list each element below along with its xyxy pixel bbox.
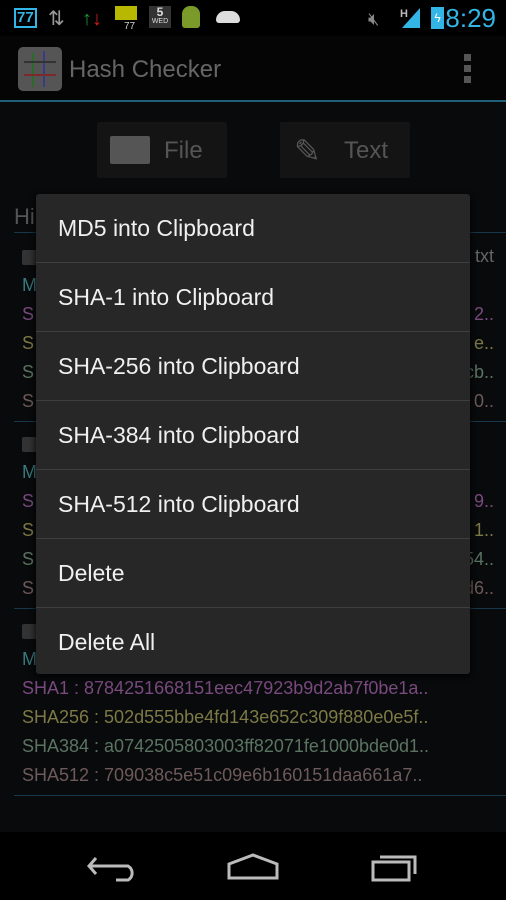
hash-text: S <box>22 304 35 324</box>
hash-text: S <box>22 391 35 411</box>
menu-item-sha-256-into-clipboard[interactable]: SHA-256 into Clipboard <box>36 332 470 401</box>
file-button-label: File <box>164 137 203 164</box>
context-menu: MD5 into Clipboard SHA-1 into Clipboard SH… <box>36 194 470 674</box>
app-title: Hash Checker <box>69 56 222 83</box>
battery-charging-icon: ϟ <box>431 7 444 29</box>
menu-item-sha-384-into-clipboard[interactable]: SHA-384 into Clipboard <box>36 401 470 470</box>
hash-text: S <box>22 520 35 540</box>
history-heading: Hi <box>14 204 35 229</box>
data-transfer-icon: ⇅ <box>48 8 65 30</box>
menu-item-delete[interactable]: Delete <box>36 539 470 608</box>
hash-suffix: 9.. <box>473 491 494 511</box>
calendar-icon: 5 WED <box>149 6 171 28</box>
text-button[interactable]: ✎ Text <box>280 122 410 178</box>
hash-text: SHA256 : 502d555bbe4fd143e652c309f880e0e… <box>22 707 429 727</box>
mute-icon: 🔇︎ <box>368 9 380 29</box>
hash-text: S <box>22 333 35 353</box>
android-head-icon <box>216 11 240 23</box>
hash-icon[interactable] <box>18 47 62 91</box>
action-bar: Hash Checker <box>0 36 506 102</box>
hash-text: SHA1 : 8784251668151eec47923b9d2ab7f0be1… <box>22 678 429 698</box>
hash-text: S <box>22 578 35 598</box>
hash-text: SHA512 : 709038c5e51c09e6b160151daa661a7… <box>22 765 423 785</box>
hash-text: M <box>22 275 37 295</box>
folder-icon <box>110 136 150 164</box>
file-button[interactable]: File <box>97 122 227 178</box>
calendar-weekday: WED <box>151 18 169 25</box>
hash-suffix: 2.. <box>473 304 494 324</box>
history-line-sha1[interactable]: SHA1 : 8784251668151eec47923b9d2ab7f0be1… <box>22 674 500 702</box>
hash-suffix: 1.. <box>473 520 494 540</box>
hash-text: SHA384 : a0742505803003ff82071fe1000bde0… <box>22 736 430 756</box>
menu-item-delete-all[interactable]: Delete All <box>36 608 470 677</box>
menu-item-md5-into-clipboard[interactable]: MD5 into Clipboard <box>36 194 470 263</box>
hash-text: S <box>22 549 35 569</box>
back-icon[interactable] <box>86 852 138 882</box>
hash-text: S <box>22 362 35 382</box>
status-bar: 77 ⇅ ↑↓ 77 5 WED 🔇︎ H ϟ 8:29 <box>0 0 506 36</box>
pencil-icon: ✎ <box>294 133 321 169</box>
hash-suffix: e.. <box>473 333 494 353</box>
navigation-bar <box>0 832 506 900</box>
android-icon <box>182 6 200 28</box>
home-icon[interactable] <box>226 852 280 882</box>
action-bar-divider <box>0 100 506 102</box>
battery-small-label: 77 <box>124 21 136 32</box>
menu-item-sha-512-into-clipboard[interactable]: SHA-512 into Clipboard <box>36 470 470 539</box>
clock: 8:29 <box>445 3 496 33</box>
hash-text: M <box>22 462 37 482</box>
hash-suffix: txt <box>474 246 494 266</box>
history-line-sha384[interactable]: SHA384 : a0742505803003ff82071fe1000bde0… <box>22 732 500 760</box>
menu-item-sha-1-into-clipboard[interactable]: SHA-1 into Clipboard <box>36 263 470 332</box>
hash-suffix: 0.. <box>473 391 494 411</box>
signal-icon <box>402 8 420 28</box>
recent-apps-icon[interactable] <box>370 850 420 884</box>
group-divider <box>14 795 506 796</box>
calendar-day: 5 <box>156 5 164 19</box>
notification-count-icon: 77 <box>14 8 37 28</box>
history-line-sha256[interactable]: SHA256 : 502d555bbe4fd143e652c309f880e0e… <box>22 703 500 731</box>
hash-text: M <box>22 649 37 669</box>
overflow-menu-icon[interactable] <box>464 54 472 87</box>
hash-text: S <box>22 491 35 511</box>
text-button-label: Text <box>344 137 389 164</box>
data-transfer-color-icon: ↑↓ <box>82 8 102 30</box>
history-line-sha512[interactable]: SHA512 : 709038c5e51c09e6b160151daa661a7… <box>22 761 500 789</box>
